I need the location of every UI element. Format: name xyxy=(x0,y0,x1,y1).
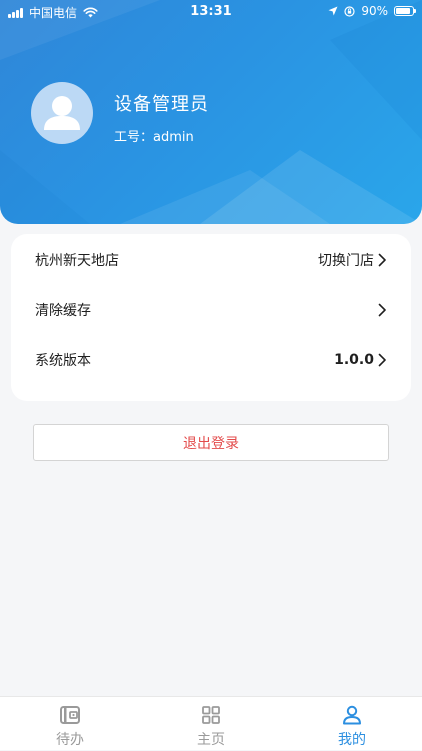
tab-mine-label: 我的 xyxy=(338,732,366,748)
wallet-icon xyxy=(60,706,80,724)
status-bar: 中国电信 13:31 90% xyxy=(0,0,422,24)
system-version-label: 系统版本 xyxy=(35,353,91,369)
employee-id: 工号：admin xyxy=(114,130,194,145)
clear-cache-label: 清除缓存 xyxy=(35,303,91,319)
user-icon xyxy=(343,705,361,725)
battery-level xyxy=(396,8,411,14)
orientation-lock-icon xyxy=(344,5,355,17)
profile-header: 中国电信 13:31 90% 设备管理员 工号：admin xyxy=(0,0,422,224)
user-name: 设备管理员 xyxy=(114,94,209,115)
settings-card: 杭州新天地店 切换门店 清除缓存 系统版本 1.0.0 xyxy=(11,234,411,401)
tab-bar: 待办 主页 我的 xyxy=(0,696,422,750)
switch-store-label: 切换门店 xyxy=(318,253,374,269)
battery-percent: 90% xyxy=(361,4,388,18)
version-number: 1.0.0 xyxy=(334,352,374,368)
tab-todo[interactable]: 待办 xyxy=(0,697,140,751)
tab-home-label: 主页 xyxy=(197,732,225,748)
battery-icon xyxy=(394,6,416,16)
avatar[interactable] xyxy=(31,82,93,144)
location-arrow-icon xyxy=(328,6,338,16)
store-name: 杭州新天地店 xyxy=(35,253,119,269)
chevron-right-icon xyxy=(378,303,386,317)
clear-cache-action xyxy=(378,303,387,317)
switch-store-action[interactable]: 切换门店 xyxy=(318,250,387,270)
chevron-right-icon xyxy=(378,253,386,267)
tab-todo-label: 待办 xyxy=(56,732,84,748)
tab-mine[interactable]: 我的 xyxy=(282,697,422,751)
clear-cache-row[interactable]: 清除缓存 xyxy=(11,285,411,335)
grid-icon xyxy=(202,706,220,724)
user-avatar-icon xyxy=(44,96,80,130)
store-row[interactable]: 杭州新天地店 切换门店 xyxy=(11,234,411,286)
logout-button[interactable]: 退出登录 xyxy=(33,424,389,461)
status-bar-right: 90% xyxy=(328,4,416,18)
chevron-right-icon xyxy=(378,353,386,367)
system-version-row[interactable]: 系统版本 1.0.0 xyxy=(11,335,411,385)
system-version-action: 1.0.0 xyxy=(334,352,387,368)
tab-home[interactable]: 主页 xyxy=(141,697,281,751)
